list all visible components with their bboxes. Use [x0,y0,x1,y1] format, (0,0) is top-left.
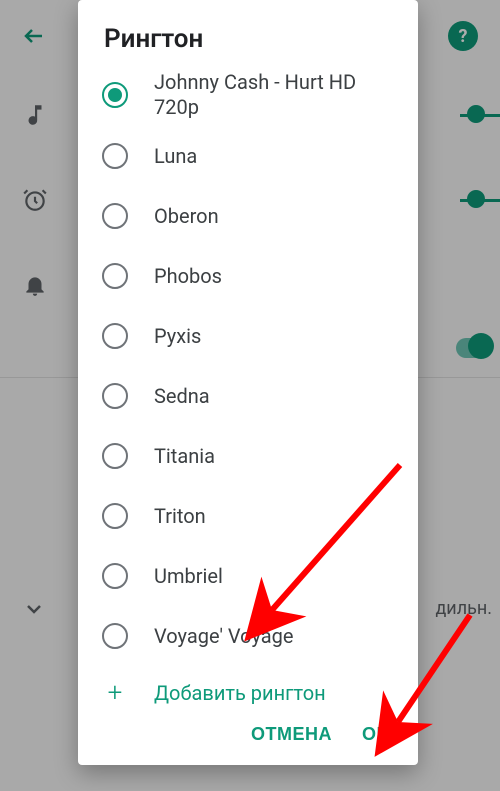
ringtone-label: Triton [154,504,206,529]
ringtone-item[interactable]: Triton [78,486,418,546]
add-ringtone-label: Добавить рингтон [154,681,326,705]
ringtone-label: Titania [154,444,215,469]
ringtone-item[interactable]: Johnny Cash - Hurt HD 720p [78,64,418,126]
ringtone-dialog: Рингтон Johnny Cash - Hurt HD 720p Luna … [78,0,418,765]
ringtone-label: Phobos [154,264,222,289]
ringtone-item[interactable]: Oberon [78,186,418,246]
ringtone-item[interactable]: Voyage' Voyage [78,606,418,666]
radio-icon[interactable] [102,443,128,469]
ringtone-label: Oberon [154,204,219,229]
radio-icon[interactable] [102,323,128,349]
radio-icon[interactable] [102,503,128,529]
ringtone-list[interactable]: Johnny Cash - Hurt HD 720p Luna Oberon P… [78,64,418,710]
ringtone-item[interactable]: Umbriel [78,546,418,606]
ringtone-label: Sedna [154,384,210,409]
radio-icon[interactable] [102,203,128,229]
radio-icon[interactable] [102,143,128,169]
ringtone-item[interactable]: Sedna [78,366,418,426]
ringtone-label: Johnny Cash - Hurt HD 720p [154,70,402,120]
plus-icon: + [102,680,128,706]
radio-icon[interactable] [102,263,128,289]
ringtone-label: Umbriel [154,564,223,589]
cancel-button[interactable]: ОТМЕНА [251,724,332,745]
ringtone-item[interactable]: Titania [78,426,418,486]
ringtone-item[interactable]: Phobos [78,246,418,306]
radio-icon[interactable] [102,623,128,649]
ringtone-label: Pyxis [154,324,201,349]
radio-icon[interactable] [102,383,128,409]
ok-button[interactable]: OK [362,724,390,745]
add-ringtone-button[interactable]: + Добавить рингтон [78,666,418,710]
radio-icon[interactable] [102,563,128,589]
ringtone-item[interactable]: Luna [78,126,418,186]
dialog-actions: ОТМЕНА OK [78,710,418,765]
ringtone-label: Voyage' Voyage [154,624,293,649]
radio-icon[interactable] [102,82,128,108]
ringtone-item[interactable]: Pyxis [78,306,418,366]
dialog-title: Рингтон [78,0,418,64]
ringtone-label: Luna [154,144,197,169]
